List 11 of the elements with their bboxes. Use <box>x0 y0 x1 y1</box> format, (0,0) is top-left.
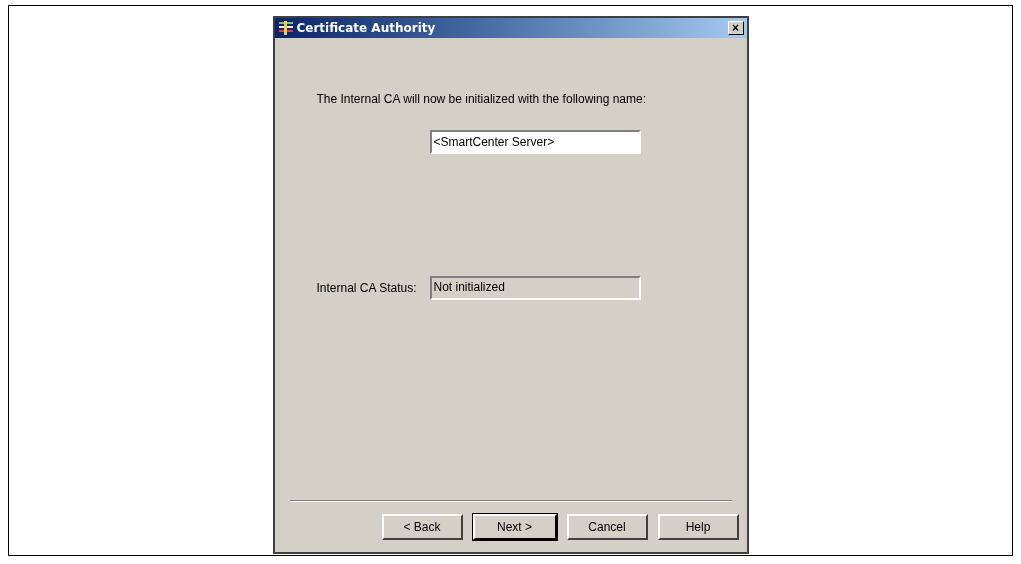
status-label: Internal CA Status: <box>316 280 418 297</box>
dialog-button[interactable]: Next > <box>472 514 557 540</box>
dialog-button[interactable]: Cancel <box>566 514 648 540</box>
window-title: Certificate Authority <box>296 20 437 37</box>
dialog-button[interactable]: Help <box>657 514 739 540</box>
dialog-button[interactable]: < Back <box>381 514 463 540</box>
intro-text: The Internal CA will now be initialized with the following name: <box>316 91 647 108</box>
close-button[interactable]: × <box>727 21 744 35</box>
certificate-icon <box>277 21 294 35</box>
name-field[interactable]: <SmartCenter Server> <box>429 130 641 154</box>
status-field: Not initialized <box>429 276 641 300</box>
